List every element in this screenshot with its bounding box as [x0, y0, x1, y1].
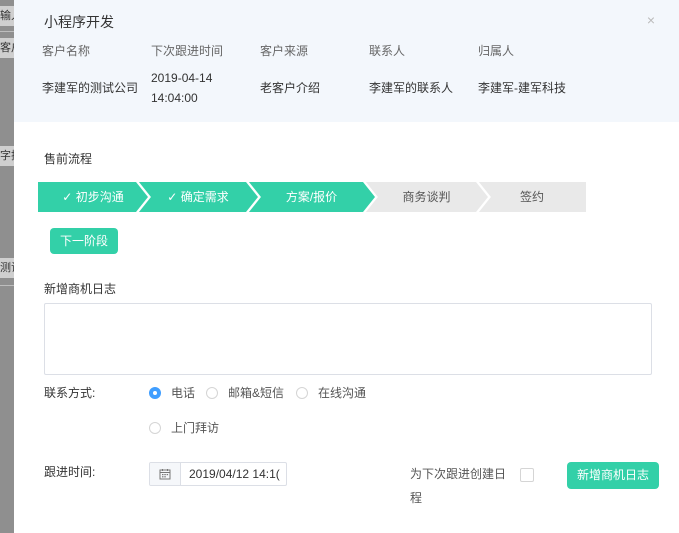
radio-label: 上门拜访	[171, 421, 220, 435]
step-initial-contact[interactable]: ✓ 初步沟通	[38, 182, 148, 212]
radio-label: 在线沟通	[318, 386, 367, 400]
page-backdrop: 输入 客户 字搜 测试	[0, 0, 14, 533]
backdrop-text: 字搜	[0, 146, 14, 166]
step-confirm-requirements[interactable]: ✓ 确定需求	[138, 182, 258, 212]
radio-onsite-visit[interactable]: 上门拜访	[149, 419, 219, 436]
backdrop-text: 客户	[0, 38, 14, 58]
next-followup-date: 2019-04-14	[151, 71, 213, 85]
radio-online-chat[interactable]: 在线沟通	[296, 384, 366, 401]
followup-datetime-value: 2019/04/12 14:1(	[189, 467, 280, 481]
create-schedule-checkbox[interactable]	[520, 468, 534, 482]
customer-name-value: 李建军的测试公司	[42, 81, 139, 95]
header-contact: 联系人	[369, 44, 406, 58]
step-signing[interactable]: 签约	[478, 182, 586, 212]
check-icon: ✓	[167, 190, 181, 204]
add-opportunity-log-button[interactable]: 新增商机日志	[567, 462, 659, 489]
radio-label: 电话	[171, 386, 196, 400]
close-icon[interactable]: ×	[647, 12, 655, 28]
step-label: 签约	[519, 190, 544, 204]
radio-selected-icon	[149, 386, 161, 399]
followup-datetime-input[interactable]: 2019/04/12 14:1(	[149, 462, 287, 486]
calendar-icon[interactable]	[150, 463, 181, 485]
contact-method-label: 联系方式:	[44, 386, 96, 400]
followup-time-label: 跟进时间:	[44, 465, 96, 479]
backdrop-divider	[0, 31, 14, 32]
opportunity-dialog: 小程序开发 × 客户名称 下次跟进时间 客户来源 联系人 归属人 李建军的测试公…	[14, 0, 679, 533]
radio-icon	[296, 386, 308, 399]
step-label: 确定需求	[180, 190, 229, 204]
owner-value: 李建军-建军科技	[478, 81, 566, 95]
presale-label: 售前流程	[44, 152, 93, 166]
radio-icon	[149, 421, 161, 434]
backdrop-text: 测试	[0, 258, 14, 278]
header-customer-name: 客户名称	[42, 44, 91, 58]
header-source: 客户来源	[260, 44, 309, 58]
radio-phone[interactable]: 电话	[149, 384, 195, 401]
step-label: 商务谈判	[402, 190, 451, 204]
step-proposal-quote[interactable]: 方案/报价	[248, 182, 375, 212]
dialog-header: 小程序开发 × 客户名称 下次跟进时间 客户来源 联系人 归属人 李建军的测试公…	[14, 0, 679, 122]
next-followup-time: 14:04:00	[151, 91, 198, 105]
dialog-title: 小程序开发	[44, 14, 114, 30]
step-label: 初步沟通	[75, 190, 124, 204]
source-value: 老客户介绍	[260, 81, 321, 95]
log-textarea[interactable]	[44, 303, 652, 375]
next-stage-button[interactable]: 下一阶段	[50, 228, 118, 254]
create-schedule-label: 为下次跟进创建日程	[410, 467, 507, 505]
contact-value: 李建军的联系人	[369, 81, 454, 95]
radio-icon	[206, 386, 218, 399]
step-negotiation[interactable]: 商务谈判	[365, 182, 488, 212]
header-next-followup: 下次跟进时间	[151, 44, 224, 58]
check-icon: ✓	[62, 190, 76, 204]
radio-email-sms[interactable]: 邮箱&短信	[206, 384, 284, 401]
presale-steps: ✓ 初步沟通 ✓ 确定需求 方案/报价 商务谈判 签约	[38, 182, 586, 212]
backdrop-divider	[0, 285, 14, 286]
header-owner: 归属人	[478, 44, 515, 58]
log-label: 新增商机日志	[44, 282, 117, 296]
radio-label: 邮箱&短信	[228, 386, 285, 400]
backdrop-text: 输入	[0, 6, 14, 26]
step-label: 方案/报价	[285, 190, 338, 204]
